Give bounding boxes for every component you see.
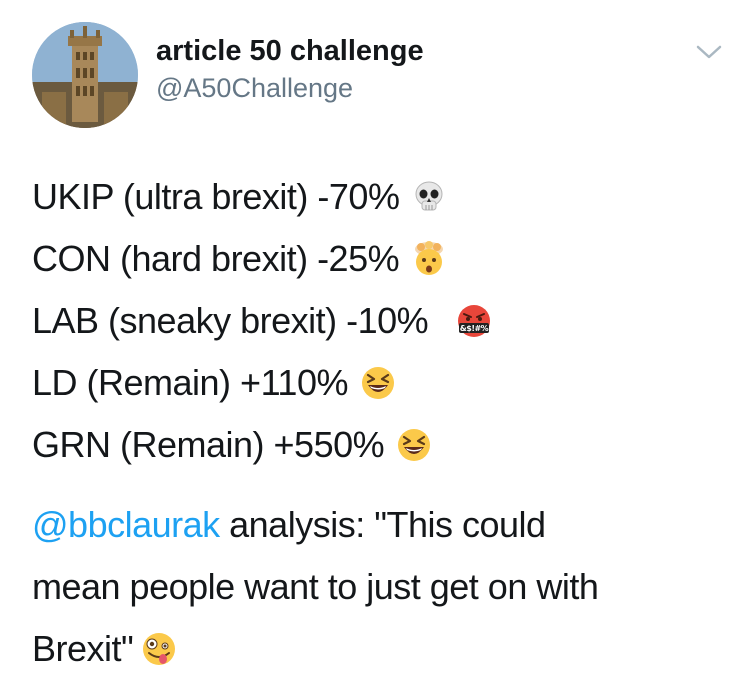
result-text: CON (hard brexit) -25%: [32, 238, 400, 279]
exploding-head-emoji-icon: [411, 241, 447, 277]
skull-emoji-icon: [411, 179, 447, 215]
analysis-text-line3: Brexit": [32, 628, 134, 669]
result-text: UKIP (ultra brexit) -70%: [32, 176, 400, 217]
tweet-body: UKIP (ultra brexit) -70% CON (hard brexi…: [32, 166, 732, 476]
chevron-down-icon: [696, 45, 722, 59]
grinning-squinting-face-emoji-icon: [360, 365, 396, 401]
avatar[interactable]: [32, 22, 138, 128]
result-line-ukip: UKIP (ultra brexit) -70%: [32, 166, 732, 228]
cursing-symbols: &$!#%: [460, 324, 489, 333]
mention-link[interactable]: @bbclaurak: [32, 504, 220, 545]
parliament-tower-avatar-icon: [32, 22, 138, 128]
result-line-grn: GRN (Remain) +550%: [32, 414, 732, 476]
result-line-con: CON (hard brexit) -25%: [32, 228, 732, 290]
analysis-paragraph: @bbclaurak analysis: "This could mean pe…: [32, 494, 732, 680]
grinning-squinting-face-emoji-icon: [396, 427, 432, 463]
cursing-face-emoji-icon: &$!#%: [456, 303, 492, 339]
tweet-card: article 50 challenge @A50Challenge UKIP …: [0, 0, 750, 697]
result-text: LAB (sneaky brexit) -10%: [32, 300, 429, 341]
result-text: GRN (Remain) +550%: [32, 424, 385, 465]
analysis-text-line2: mean people want to just get on with: [32, 566, 599, 607]
result-text: LD (Remain) +110%: [32, 362, 348, 403]
author-display-name[interactable]: article 50 challenge: [156, 34, 424, 68]
result-line-lab: LAB (sneaky brexit) -10% &$!#%: [32, 290, 732, 352]
analysis-text-line1: analysis: "This could: [219, 504, 546, 545]
result-line-ld: LD (Remain) +110%: [32, 352, 732, 414]
zany-face-emoji-icon: [141, 631, 177, 667]
tweet-menu-button[interactable]: [694, 40, 724, 64]
author-handle[interactable]: @A50Challenge: [156, 72, 353, 104]
